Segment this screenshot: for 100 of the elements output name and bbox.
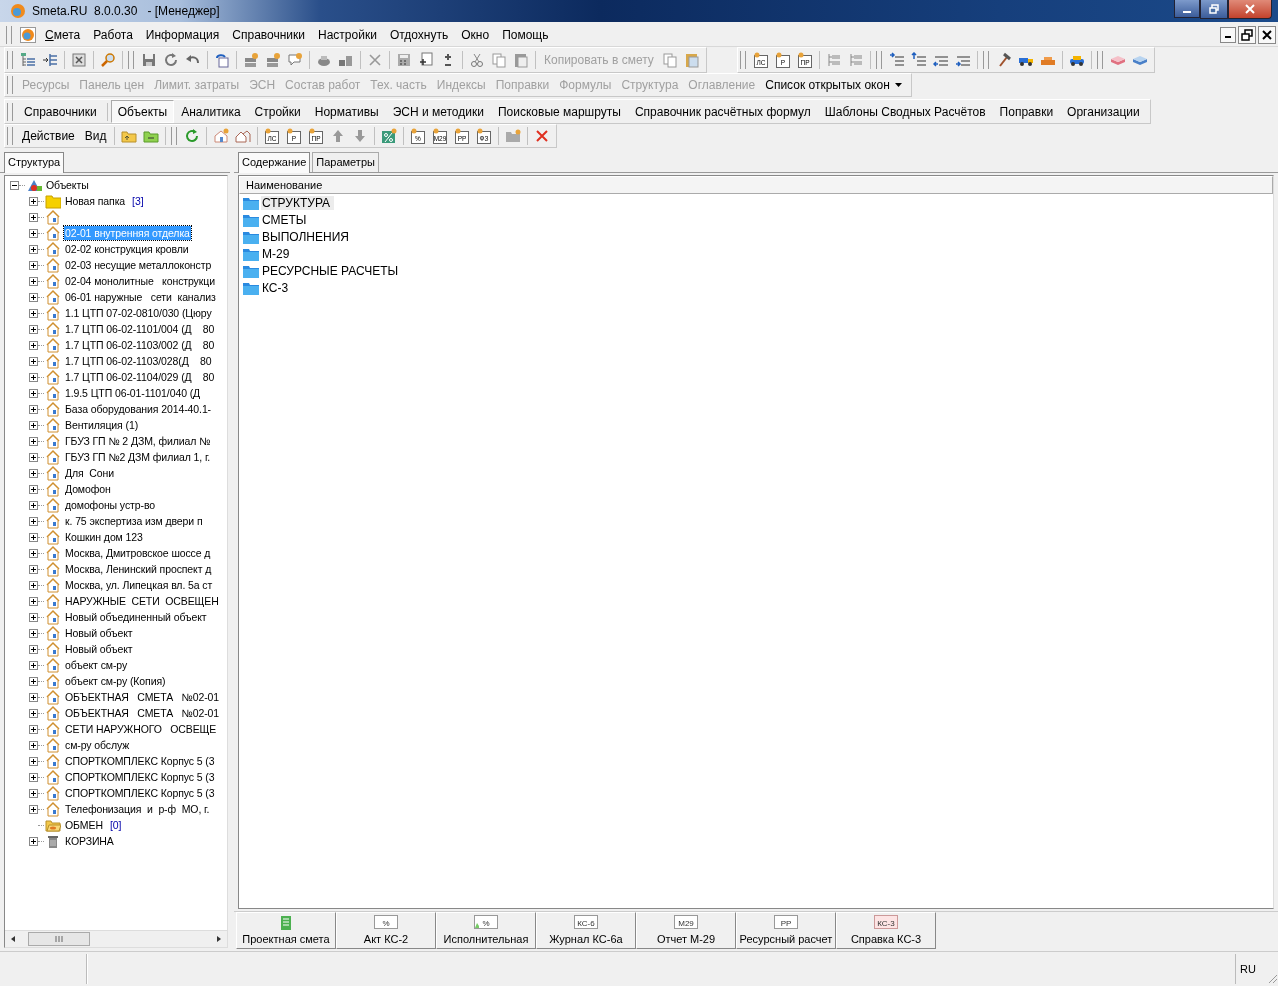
expand-icon[interactable] (29, 580, 38, 590)
tab[interactable]: Стройки (247, 100, 308, 123)
expand-icon[interactable] (29, 404, 38, 414)
expand-icon[interactable] (29, 692, 38, 702)
expand-icon[interactable] (29, 228, 38, 238)
tree-item[interactable]: ОБЪЕКТНАЯ СМЕТА №02-01 (64, 706, 221, 720)
menu-item[interactable]: Информация (138, 28, 226, 42)
menu-button[interactable]: Действие (17, 129, 80, 143)
expand-icon[interactable] (29, 836, 38, 846)
expand-icon[interactable] (29, 804, 38, 814)
tab[interactable]: Поправки (992, 100, 1061, 123)
undo-document-icon[interactable] (214, 52, 230, 68)
tree-item[interactable]: СЕТИ НАРУЖНОГО ОСВЕЩЕ (64, 722, 218, 736)
expand-icon[interactable] (29, 276, 38, 286)
expand-icon[interactable] (29, 644, 38, 654)
menu-item[interactable]: Помощь (495, 28, 555, 42)
tab[interactable]: Аналитика (174, 100, 248, 123)
list-item[interactable]: РЕСУРСНЫЕ РАСЧЕТЫ (261, 263, 403, 278)
list-item[interactable]: КС-3 (261, 280, 293, 295)
expand-icon[interactable] (29, 516, 38, 526)
tree-item[interactable]: Вентиляция (1) (64, 418, 140, 432)
list-item[interactable]: СМЕТЫ (261, 212, 311, 227)
restore-button[interactable] (1200, 0, 1228, 19)
expand-icon[interactable] (29, 788, 38, 798)
tree-item[interactable]: Домофон (64, 482, 112, 496)
speech-bubble-icon[interactable] (287, 52, 303, 68)
list-item[interactable]: СТРУКТУРА (261, 195, 335, 210)
minimize-button[interactable] (1174, 0, 1200, 18)
indent-icon[interactable] (888, 52, 905, 68)
folder-minus-icon[interactable] (143, 128, 160, 144)
expand-icon[interactable] (29, 420, 38, 430)
tree-item[interactable]: ОБМЕН (64, 818, 104, 832)
tree-item[interactable]: СПОРТКОМПЛЕКС Корпус 5 (3 (64, 770, 216, 784)
tree-item[interactable]: 1.7 ЦТП 06-02-1103/028(Д 80 (64, 354, 213, 368)
tab[interactable]: Нормативы (307, 100, 386, 123)
tree-item[interactable]: Для Сони (64, 466, 115, 480)
menu-item[interactable]: Справочники (225, 28, 312, 42)
add-document-icon[interactable] (418, 52, 434, 68)
tree-item[interactable]: КОРЗИНА (64, 834, 115, 848)
restore-button[interactable] (1238, 26, 1256, 44)
menu-item[interactable]: Настройки (311, 28, 383, 42)
menu-item[interactable]: Отдохнуть (382, 28, 455, 42)
panel-tab[interactable]: Структура (4, 152, 65, 173)
expand-icon[interactable] (29, 628, 38, 638)
tree-icon[interactable] (20, 52, 36, 68)
report-button[interactable]: % Исполнительная (436, 912, 536, 949)
refresh-icon[interactable] (163, 52, 179, 68)
tree-item[interactable]: Новый объект (64, 642, 134, 656)
tree-item[interactable]: Телефонизация и р-ф МО, г. (64, 802, 211, 816)
expand-icon[interactable] (29, 468, 38, 478)
expand-icon[interactable] (29, 484, 38, 494)
expand-icon[interactable] (29, 724, 38, 734)
expand-icon[interactable] (29, 596, 38, 606)
spreadsheet-icon[interactable] (71, 52, 87, 68)
refresh-icon[interactable] (184, 128, 201, 144)
house-icon[interactable] (213, 128, 230, 144)
menu-button[interactable]: Вид (79, 129, 112, 143)
calculator-icon[interactable] (396, 52, 412, 68)
cut-icon[interactable] (469, 52, 485, 68)
collapse-icon[interactable] (10, 180, 19, 190)
report-button[interactable]: КС-6 Журнал КС-6а (536, 912, 636, 949)
tree-item[interactable]: 06-01 наружные сети канализ (64, 290, 217, 304)
tree-item[interactable]: к. 75 экспертиза изм двери п (64, 514, 204, 528)
tree-item[interactable]: СПОРТКОМПЛЕКС Корпус 5 (3 (64, 754, 216, 768)
tree-item[interactable]: Новый объединенный объект (64, 610, 208, 624)
delete-icon[interactable] (534, 128, 551, 144)
tree-item[interactable]: Объекты (45, 178, 90, 192)
report-button[interactable]: РР Ресурсный расчет (736, 912, 836, 949)
menu-item[interactable]: Работа (86, 28, 139, 42)
report-button[interactable]: Проектная смета (236, 912, 336, 949)
tree-item[interactable]: см-ру обслуж (64, 738, 131, 752)
expand-icon[interactable] (29, 340, 38, 350)
app-logo-icon[interactable] (20, 27, 36, 43)
report-button[interactable]: М29 Отчет М-29 (636, 912, 736, 949)
expand-icon[interactable] (29, 388, 38, 398)
tree-item[interactable]: 1.9.5 ЦТП 06-01-1101/040 (Д (64, 386, 202, 400)
dropdown-button[interactable]: Список открытых окон (760, 78, 908, 92)
tab[interactable]: Объекты (110, 100, 175, 123)
outdent-icon[interactable] (910, 52, 927, 68)
search-icon[interactable] (100, 52, 116, 68)
tree-item[interactable]: СПОРТКОМПЛЕКС Корпус 5 (3 (64, 786, 216, 800)
tree-item[interactable]: 1.1 ЦТП 07-02-0810/030 (Цюру (64, 306, 213, 320)
expand-icon[interactable] (29, 356, 38, 366)
expand-icon[interactable] (29, 532, 38, 542)
tab[interactable]: Поисковые маршруты (490, 100, 628, 123)
close-button[interactable] (1228, 0, 1272, 19)
tree-item[interactable]: 1.7 ЦТП 06-02-1101/004 (Д 80 (64, 322, 216, 336)
list-item[interactable]: М-29 (261, 246, 294, 261)
tree-item[interactable]: ГБУЗ ГП №2 ДЗМ филиал 1, г. (64, 450, 212, 464)
expand-icon[interactable] (29, 676, 38, 686)
panel-tab[interactable]: Параметры (312, 152, 379, 172)
minimize-button[interactable] (1220, 27, 1236, 43)
close-button[interactable] (1258, 26, 1276, 44)
tree-item[interactable]: 1.7 ЦТП 06-02-1104/029 (Д 80 (64, 370, 216, 384)
tree-item[interactable]: ГБУЗ ГП № 2 ДЗМ, филиал № (64, 434, 212, 448)
expand-icon[interactable] (29, 260, 38, 270)
expand-icon[interactable] (29, 212, 38, 222)
expand-icon[interactable] (29, 196, 38, 206)
tree-item[interactable]: 02-03 несущие металлоконстр (64, 258, 213, 272)
expand-icon[interactable] (29, 660, 38, 670)
